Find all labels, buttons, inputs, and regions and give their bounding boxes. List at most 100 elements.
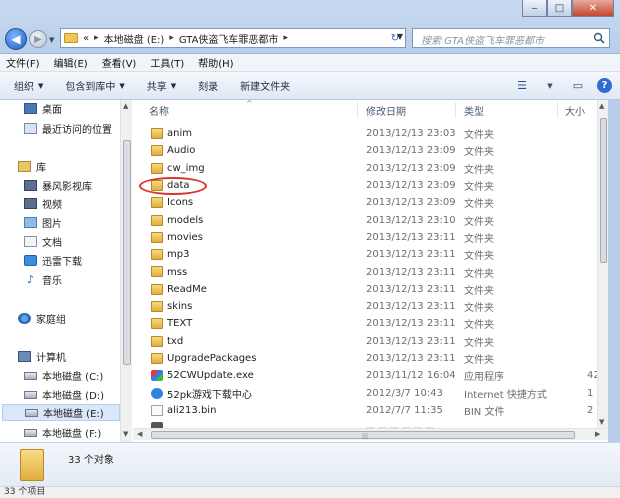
file-list: 名称 ^ 修改日期 类型 大小 anim 2013/12/13 23:03 文件夹 A… xyxy=(133,100,608,428)
nav-desktop[interactable]: 桌面 xyxy=(24,100,131,117)
nav-homegroup-label: 家庭组 xyxy=(36,315,66,326)
scroll-right-icon[interactable]: ▶ xyxy=(595,430,600,438)
table-row[interactable]: cw_img 2013/12/13 23:09 文件夹 xyxy=(133,160,608,177)
hard-drive-icon xyxy=(24,390,37,399)
menu-help[interactable]: 帮助(H) xyxy=(198,55,233,70)
grip-icon: ||| xyxy=(362,433,369,440)
menu-tools[interactable]: 工具(T) xyxy=(150,55,184,70)
column-divider[interactable] xyxy=(455,102,456,118)
menu-file[interactable]: 文件(F) xyxy=(6,55,40,70)
preview-pane-button[interactable]: ▭ xyxy=(569,77,587,94)
table-row[interactable]: ali213.bin 2012/7/7 11:35 BIN 文件 2 xyxy=(133,402,608,419)
nav-pictures[interactable]: 图片 xyxy=(24,214,131,231)
change-view-button[interactable]: ☰ xyxy=(513,77,531,94)
file-name: ReadMe xyxy=(167,283,207,295)
menu-edit[interactable]: 编辑(E) xyxy=(54,55,88,70)
back-button[interactable]: ◀ xyxy=(5,28,27,50)
table-row[interactable]: Audio 2013/12/13 23:09 文件夹 xyxy=(133,142,608,159)
nav-homegroup[interactable]: 家庭组 xyxy=(18,310,131,327)
breadcrumb-overflow[interactable]: « xyxy=(83,33,89,44)
nav-xunlei-downloads[interactable]: 迅雷下载 xyxy=(24,252,131,269)
file-list-vertical-scrollbar[interactable]: ▲ ▼ xyxy=(597,100,608,428)
nav-recent-places[interactable]: 最近访问的位置 xyxy=(24,120,131,137)
breadcrumb-drive-e[interactable]: 本地磁盘 (E:) xyxy=(104,31,165,46)
table-row[interactable]: ReadMe 2013/12/13 23:11 文件夹 xyxy=(133,281,608,298)
forward-button[interactable]: ▶ xyxy=(29,30,47,48)
nav-documents[interactable]: 文档 xyxy=(24,233,131,250)
scroll-up-icon[interactable]: ▲ xyxy=(599,102,604,110)
arrow-left-icon: ◀ xyxy=(11,32,21,46)
horizontal-scroll-thumb[interactable]: ||| xyxy=(151,431,575,440)
include-library-button[interactable]: 包含到库中 ▼ xyxy=(65,78,124,94)
table-row[interactable]: TEXT 2013/12/13 23:11 文件夹 xyxy=(133,315,608,332)
table-row[interactable]: Icons 2013/12/13 23:09 文件夹 xyxy=(133,194,608,211)
recent-pages-dropdown[interactable]: ▼ xyxy=(49,36,54,44)
scroll-left-icon[interactable]: ◀ xyxy=(137,430,142,438)
nav-drive-d[interactable]: 本地磁盘 (D:) xyxy=(24,386,131,403)
table-row[interactable]: movies 2013/12/13 23:11 文件夹 xyxy=(133,229,608,246)
table-row[interactable]: UpgradePackages 2013/12/13 23:11 文件夹 xyxy=(133,350,608,367)
nav-desktop-label: 桌面 xyxy=(42,105,62,116)
scroll-up-icon[interactable]: ▲ xyxy=(123,102,128,110)
table-row[interactable]: models 2013/12/13 23:10 文件夹 xyxy=(133,212,608,229)
chevron-right-icon[interactable]: ▸ xyxy=(283,33,288,43)
nav-scrollbar[interactable]: ▲ ▼ xyxy=(120,100,132,442)
close-button[interactable]: ✕ xyxy=(572,0,614,17)
table-row[interactable]: mp3 2013/12/13 23:11 文件夹 xyxy=(133,246,608,263)
column-date[interactable]: 修改日期 xyxy=(366,100,406,120)
nav-music[interactable]: ♪ 音乐 xyxy=(24,271,131,288)
menu-view[interactable]: 查看(V) xyxy=(102,55,137,70)
new-folder-button[interactable]: 新建文件夹 xyxy=(240,78,290,93)
preview-pane-icon: ▭ xyxy=(572,79,584,92)
address-bar[interactable]: « ▸ 本地磁盘 (E:) ▸ GTA侠盗飞车罪恶都市 ▸ ▼ xyxy=(60,28,406,48)
maximize-button[interactable]: □ xyxy=(547,0,572,17)
table-row[interactable]: mss 2013/12/13 23:11 文件夹 xyxy=(133,263,608,280)
scroll-down-icon[interactable]: ▼ xyxy=(123,430,128,438)
column-type[interactable]: 类型 xyxy=(464,100,484,120)
vertical-scroll-thumb[interactable] xyxy=(600,118,607,263)
scroll-down-icon[interactable]: ▼ xyxy=(599,418,604,426)
column-divider[interactable] xyxy=(357,102,358,118)
nav-drive-e[interactable]: 本地磁盘 (E:) xyxy=(2,404,120,421)
column-divider[interactable] xyxy=(557,102,558,118)
file-name: ali213.bin xyxy=(167,404,217,416)
help-button[interactable]: ? xyxy=(597,78,612,93)
table-row[interactable]: 52pk游戏下载中心 2012/3/7 10:43 Internet 快捷方式 1 xyxy=(133,385,608,402)
nav-libraries[interactable]: 库 xyxy=(18,158,131,175)
table-row-partial[interactable]: — — — — — — xyxy=(133,419,608,428)
search-input[interactable]: 搜索 GTA侠盗飞车罪恶都市 xyxy=(412,28,610,48)
share-button[interactable]: 共享 ▼ xyxy=(147,78,176,94)
nav-drive-e-label: 本地磁盘 (E:) xyxy=(43,409,104,420)
view-dropdown[interactable]: ▼ xyxy=(541,77,559,94)
internet-shortcut-icon xyxy=(151,387,163,399)
file-list-horizontal-scrollbar[interactable]: ◀ ||| ▶ xyxy=(133,428,608,440)
documents-icon xyxy=(24,236,37,247)
title-bar: ‒ □ ✕ ◀ ▶ ▼ « ▸ 本地磁盘 (E:) ▸ GTA侠盗飞车罪恶都市 … xyxy=(0,0,620,54)
nav-drive-c[interactable]: 本地磁盘 (C:) xyxy=(24,367,131,384)
burn-button[interactable]: 刻录 xyxy=(198,78,218,93)
refresh-button[interactable]: ↻ xyxy=(387,31,403,46)
nav-videos[interactable]: 视频 xyxy=(24,195,131,212)
file-type: 文件夹 xyxy=(464,285,494,297)
nav-scroll-thumb[interactable] xyxy=(123,140,131,365)
chevron-right-icon[interactable]: ▸ xyxy=(94,33,99,43)
file-date: 2013/12/13 23:09 xyxy=(366,197,456,209)
table-row[interactable]: 52CWUpdate.exe 2013/11/12 16:04 应用程序 42 xyxy=(133,367,608,384)
refresh-icon: ↻ xyxy=(390,33,400,44)
organize-button[interactable]: 组织 ▼ xyxy=(14,78,43,94)
nav-storm-video[interactable]: 暴风影视库 xyxy=(24,177,131,194)
nav-drive-f[interactable]: 本地磁盘 (F:) xyxy=(24,424,131,441)
table-row[interactable]: txd 2013/12/13 23:11 文件夹 xyxy=(133,333,608,350)
file-name: skins xyxy=(167,301,193,313)
view-controls: ☰ ▼ ▭ ? xyxy=(513,77,612,94)
table-row[interactable]: skins 2013/12/13 23:11 文件夹 xyxy=(133,298,608,315)
folder-icon xyxy=(151,266,163,278)
breadcrumb-gta-folder[interactable]: GTA侠盗飞车罪恶都市 xyxy=(179,31,279,46)
column-size[interactable]: 大小 xyxy=(565,100,585,120)
table-row[interactable]: anim 2013/12/13 23:03 文件夹 xyxy=(133,125,608,142)
menu-bar: 文件(F) 编辑(E) 查看(V) 工具(T) 帮助(H) xyxy=(0,54,620,72)
minimize-button[interactable]: ‒ xyxy=(522,0,547,17)
nav-computer[interactable]: 计算机 xyxy=(18,348,131,365)
column-name[interactable]: 名称 xyxy=(149,100,169,120)
chevron-right-icon[interactable]: ▸ xyxy=(169,33,174,43)
